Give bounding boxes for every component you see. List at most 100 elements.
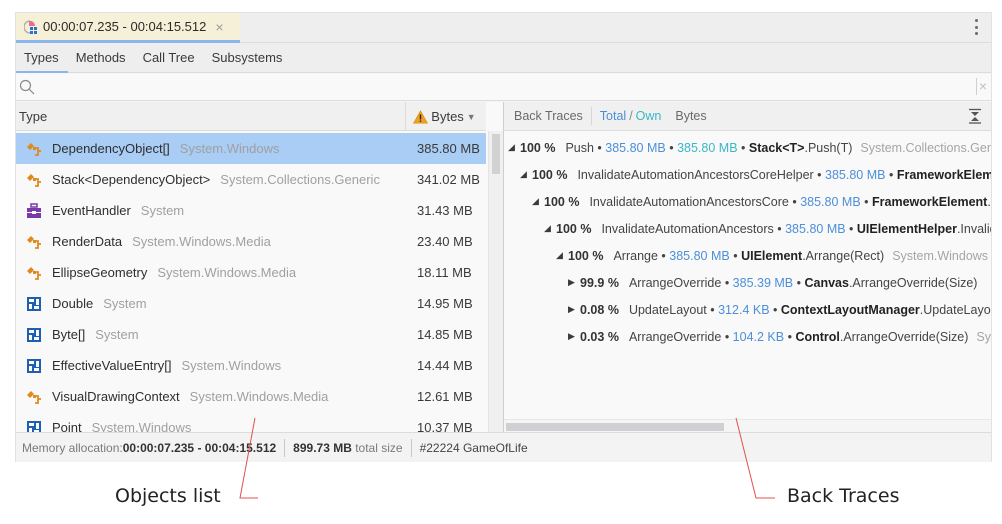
objects-list-row[interactable]: VisualDrawingContext System.Windows.Media… bbox=[16, 381, 486, 412]
back-trace-row[interactable]: ◢ 100 % Arrange • 385.80 MB • UIElement .Ar… bbox=[504, 242, 991, 269]
search-icon bbox=[19, 79, 35, 95]
column-header-type[interactable]: Type bbox=[19, 109, 47, 124]
collapse-all-icon[interactable] bbox=[967, 108, 983, 124]
back-traces-horizontal-scrollbar[interactable] bbox=[504, 419, 991, 432]
tab-subsystems[interactable]: Subsystems bbox=[212, 43, 292, 73]
total-own-separator: / bbox=[629, 109, 633, 123]
tab-call-tree[interactable]: Call Tree bbox=[143, 43, 204, 73]
type-name: Point bbox=[52, 420, 82, 432]
type-namespace: System bbox=[140, 203, 185, 218]
objects-list-row[interactable]: Stack<DependencyObject> System.Collection… bbox=[16, 164, 486, 195]
objects-list-panel: Type Bytes ▼ DependencyObject[] System.Wi… bbox=[16, 102, 503, 432]
back-trace-row[interactable]: ◢ 100 % Push • 385.80 MB • 385.80 MB • Sta… bbox=[504, 134, 991, 161]
type-bytes: 341.02 MB bbox=[417, 172, 480, 187]
column-header-bytes[interactable]: Bytes ▼ bbox=[405, 102, 483, 131]
objects-list-row[interactable]: EffectiveValueEntry[] System.Windows 14.44… bbox=[16, 350, 486, 381]
expanded-arrow-icon[interactable]: ◢ bbox=[544, 223, 556, 234]
back-trace-row[interactable]: ▶ 99.9 % ArrangeOverride • 385.39 MB • Can… bbox=[504, 269, 991, 296]
objects-list-row[interactable]: EventHandler System 31.43 MB bbox=[16, 195, 486, 226]
memory-snapshot-icon bbox=[24, 19, 37, 34]
trace-total-bytes: 385.80 MB bbox=[825, 167, 886, 182]
type-namespace: System bbox=[95, 327, 139, 342]
expanded-arrow-icon[interactable]: ◢ bbox=[556, 250, 568, 261]
trace-class: FrameworkElement bbox=[872, 194, 988, 209]
tab-methods[interactable]: Methods bbox=[76, 43, 135, 73]
collapsed-arrow-icon[interactable]: ▶ bbox=[568, 331, 580, 342]
type-name: RenderData bbox=[52, 234, 123, 249]
type-name: Double bbox=[52, 296, 94, 311]
objects-list-row[interactable]: DependencyObject[] System.Windows 385.80 M… bbox=[16, 133, 486, 164]
trace-signature: .ArrangeOverride(Size) bbox=[839, 329, 969, 344]
close-tab-icon[interactable]: × bbox=[215, 19, 223, 35]
type-namespace: System.Windows.Media bbox=[189, 389, 329, 404]
trace-method: Push bbox=[565, 140, 594, 155]
tab-types[interactable]: Types bbox=[16, 43, 68, 73]
trace-class: FrameworkElement bbox=[896, 167, 991, 182]
status-separator bbox=[284, 438, 286, 457]
objects-list-row[interactable]: Byte[] System 14.85 MB bbox=[16, 319, 486, 350]
trace-signature: .InvalidateAutomationAncestors bbox=[956, 221, 991, 236]
back-trace-row[interactable]: ◢ 100 % InvalidateAutomationAncestorsCoreH… bbox=[504, 161, 991, 188]
type-bytes: 12.61 MB bbox=[417, 389, 473, 404]
clear-search-icon[interactable]: × bbox=[975, 78, 987, 95]
snapshot-tab-label: 00:00:07.235 - 00:04:15.512 bbox=[43, 19, 207, 34]
trace-signature: .ArrangeOverride(Size) bbox=[848, 275, 978, 290]
search-bar: × bbox=[16, 74, 991, 101]
type-bytes: 23.40 MB bbox=[417, 234, 473, 249]
expanded-arrow-icon[interactable]: ◢ bbox=[508, 142, 520, 153]
trace-own-bytes: 385.80 MB bbox=[677, 140, 738, 155]
back-trace-row[interactable]: ◢ 100 % InvalidateAutomationAncestorsCore … bbox=[504, 188, 991, 215]
scrollbar-thumb[interactable] bbox=[506, 423, 724, 431]
bytes-toggle[interactable]: Bytes bbox=[675, 109, 706, 123]
type-namespace: System.Collections.Generic bbox=[220, 172, 380, 187]
class-icon bbox=[26, 172, 42, 188]
trace-method: InvalidateAutomationAncestorsCore bbox=[589, 194, 789, 209]
trace-total-bytes: 385.80 MB bbox=[785, 221, 846, 236]
objects-rows: DependencyObject[] System.Windows 385.80 M… bbox=[16, 133, 486, 432]
trace-method: ArrangeOverride bbox=[628, 275, 722, 290]
objects-list-row[interactable]: Double System 14.95 MB bbox=[16, 288, 486, 319]
expanded-arrow-icon[interactable]: ◢ bbox=[532, 196, 544, 207]
collapsed-arrow-icon[interactable]: ▶ bbox=[568, 304, 580, 315]
status-range: 00:00:07.235 - 00:04:15.512 bbox=[122, 440, 277, 455]
objects-list-row[interactable]: Point System.Windows 10.37 MB bbox=[16, 412, 486, 432]
trace-class: Canvas bbox=[804, 275, 849, 290]
class-icon bbox=[26, 265, 42, 281]
objects-list-row[interactable]: EllipseGeometry System.Windows.Media 18.11… bbox=[16, 257, 486, 288]
trace-method: Arrange bbox=[613, 248, 658, 263]
total-toggle[interactable]: Total bbox=[600, 109, 626, 123]
objects-list-header: Type Bytes ▼ bbox=[16, 102, 486, 131]
search-input[interactable] bbox=[38, 74, 958, 100]
trace-class: Stack<T> bbox=[748, 140, 805, 155]
trace-total-bytes: 385.80 MB bbox=[669, 248, 730, 263]
objects-vertical-scrollbar[interactable] bbox=[488, 131, 503, 432]
type-bytes: 31.43 MB bbox=[417, 203, 473, 218]
back-trace-row[interactable]: ◢ 100 % InvalidateAutomationAncestors • 38… bbox=[504, 215, 991, 242]
more-options-icon[interactable] bbox=[973, 19, 979, 35]
type-namespace: System.Windows bbox=[179, 141, 280, 156]
expanded-arrow-icon[interactable]: ◢ bbox=[520, 169, 532, 180]
type-bytes: 18.11 MB bbox=[417, 265, 472, 280]
type-namespace: System bbox=[103, 296, 147, 311]
scrollbar-thumb[interactable] bbox=[492, 134, 500, 174]
document-tab-bar: 00:00:07.235 - 00:04:15.512 × bbox=[16, 13, 991, 43]
trace-namespace: System.Collections.Generic bbox=[860, 140, 991, 155]
trace-total-bytes: 385.39 MB bbox=[732, 275, 794, 290]
view-tabs: Types Methods Call Tree Subsystems bbox=[16, 43, 991, 73]
back-traces-title: Back Traces bbox=[514, 107, 592, 125]
objects-list-row[interactable]: RenderData System.Windows.Media 23.40 MB bbox=[16, 226, 486, 257]
type-name: EllipseGeometry bbox=[52, 265, 148, 280]
back-trace-row[interactable]: ▶ 0.03 % ArrangeOverride • 104.2 KB • Cont… bbox=[504, 323, 991, 350]
trace-signature: .UpdateLayout bbox=[919, 302, 991, 317]
back-trace-row[interactable]: ▶ 0.08 % UpdateLayout • 312.4 KB • Context… bbox=[504, 296, 991, 323]
collapsed-arrow-icon[interactable]: ▶ bbox=[568, 277, 580, 288]
sort-descending-icon: ▼ bbox=[466, 111, 476, 122]
snapshot-tab[interactable]: 00:00:07.235 - 00:04:15.512 × bbox=[16, 13, 240, 43]
bytes-header-label: Bytes bbox=[431, 109, 464, 124]
trace-percent: 99.9 % bbox=[580, 275, 619, 290]
trace-method: ArrangeOverride bbox=[628, 329, 722, 344]
trace-total-bytes: 385.80 MB bbox=[605, 140, 666, 155]
struct-icon bbox=[26, 296, 42, 312]
own-toggle[interactable]: Own bbox=[636, 109, 662, 123]
trace-signature: .Arrange(Rect) bbox=[802, 248, 885, 263]
